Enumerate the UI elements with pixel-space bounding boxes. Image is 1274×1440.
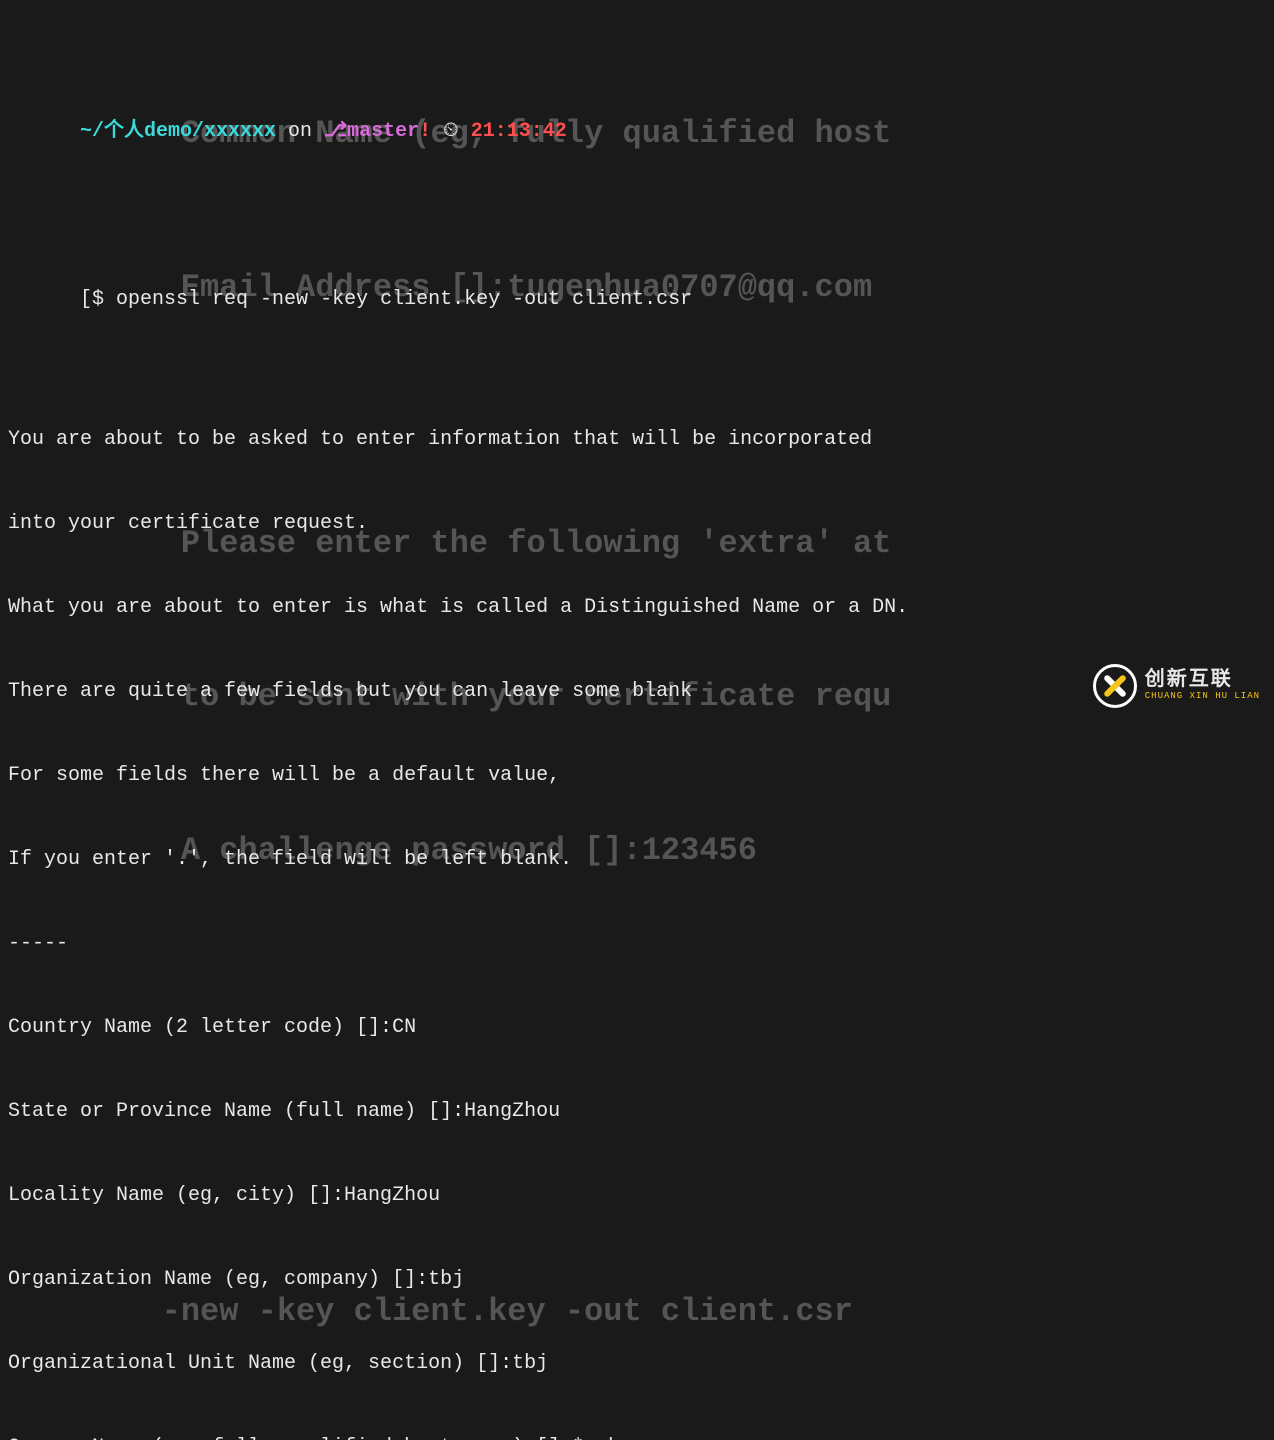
watermark-subtitle: CHUANG XIN HU LIAN	[1145, 692, 1260, 702]
output-line: For some fields there will be a default …	[8, 762, 1266, 790]
output-line: Common Name (eg, fully qualified host na…	[8, 1434, 1266, 1440]
terminal-window[interactable]: Common Name (eg, fully qualified host Em…	[0, 0, 1274, 720]
output-line: -----	[8, 930, 1266, 958]
watermark-logo-icon	[1093, 664, 1137, 708]
output-line: into your certificate request.	[8, 510, 1266, 538]
prompt-time: 21:13:42	[471, 120, 567, 143]
prompt-line-1: ~/个人demo/xxxxxx on ⎇master! ⏲ 21:13:42	[8, 90, 1266, 174]
terminal-output[interactable]: ~/个人demo/xxxxxx on ⎇master! ⏲ 21:13:42 […	[0, 0, 1274, 1440]
git-branch: master	[347, 120, 419, 143]
watermark: 创新互联 CHUANG XIN HU LIAN	[1093, 664, 1260, 708]
output-line: What you are about to enter is what is c…	[8, 594, 1266, 622]
output-line: State or Province Name (full name) []:Ha…	[8, 1098, 1266, 1126]
output-line: Country Name (2 letter code) []:CN	[8, 1014, 1266, 1042]
clock-icon: ⏲	[431, 120, 471, 143]
watermark-title: 创新互联	[1145, 670, 1260, 692]
cwd-path: ~/个人demo/xxxxxx	[80, 120, 276, 143]
output-line: Organization Name (eg, company) []:tbj	[8, 1266, 1266, 1294]
output-line: Organizational Unit Name (eg, section) […	[8, 1350, 1266, 1378]
output-line: You are about to be asked to enter infor…	[8, 426, 1266, 454]
command-line-1: [$ openssl req -new -key client.key -out…	[8, 258, 1266, 342]
command-text: openssl req -new -key client.key -out cl…	[116, 288, 692, 311]
output-line: Locality Name (eg, city) []:HangZhou	[8, 1182, 1266, 1210]
output-line: If you enter '.', the field will be left…	[8, 846, 1266, 874]
output-line: There are quite a few fields but you can…	[8, 678, 1266, 706]
branch-icon: ⎇	[324, 120, 347, 143]
